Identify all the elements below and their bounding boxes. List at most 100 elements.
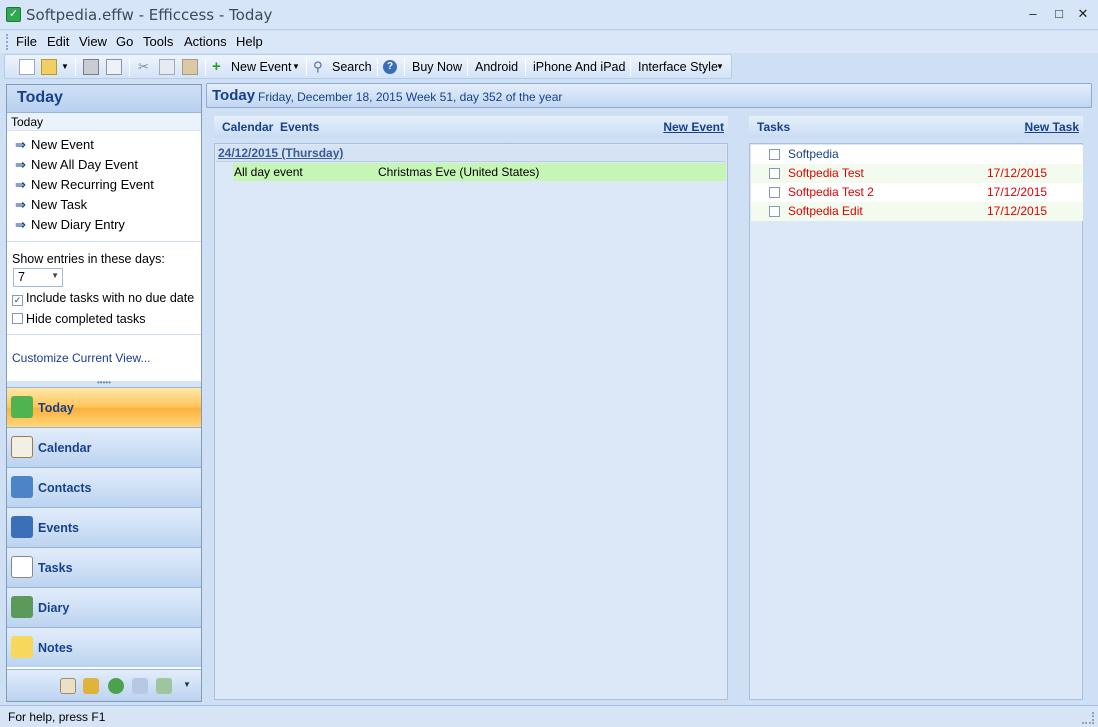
new-task-link[interactable]: New Task — [1025, 120, 1079, 134]
action-label: New Recurring Event — [31, 177, 154, 192]
search-button[interactable]: Search — [332, 57, 372, 77]
sync-icon[interactable] — [156, 678, 172, 694]
print-preview-icon[interactable] — [106, 59, 122, 75]
window-title: Softpedia.effw - Efficcess - Today — [26, 6, 273, 24]
new-document-icon[interactable] — [19, 59, 35, 75]
action-new-task[interactable]: ⇒ New Task — [7, 195, 201, 215]
chevron-down-icon[interactable]: ▼ — [183, 680, 191, 689]
nav-diary[interactable]: Diary — [7, 587, 201, 627]
action-label: New Event — [31, 137, 94, 152]
plus-icon[interactable]: + — [212, 57, 221, 77]
key-icon[interactable] — [83, 678, 99, 694]
open-dropdown-icon[interactable]: ▼ — [61, 57, 69, 77]
nav-events[interactable]: Events — [7, 507, 201, 547]
events-icon — [11, 516, 33, 538]
days-select[interactable]: 7 ▼ — [13, 268, 63, 287]
contacts-card-icon — [11, 476, 33, 498]
task-checkbox[interactable] — [769, 187, 780, 198]
magnifier-icon[interactable] — [132, 678, 148, 694]
divider — [7, 241, 201, 242]
left-panel: Today Today ⇒ New Event ⇒ New All Day Even… — [6, 84, 202, 702]
new-event-dropdown-icon[interactable]: ▼ — [292, 57, 300, 77]
today-header-bar: Today Friday, December 18, 2015 Week 51,… — [206, 83, 1092, 108]
menu-actions[interactable]: Actions — [184, 34, 227, 49]
nav-today[interactable]: Today — [7, 387, 201, 427]
arrow-right-icon: ⇒ — [15, 137, 26, 152]
menu-file[interactable]: File — [16, 34, 37, 49]
hide-completed-checkbox[interactable]: Hide completed tasks — [7, 308, 201, 328]
task-checkbox[interactable] — [769, 168, 780, 179]
calendar-icon — [11, 436, 33, 458]
globe-icon[interactable] — [108, 678, 124, 694]
iphone-ipad-button[interactable]: iPhone And iPad — [533, 57, 625, 77]
left-panel-title: Today — [7, 85, 201, 113]
paste-icon[interactable] — [182, 59, 198, 75]
menu-tools[interactable]: Tools — [143, 34, 173, 49]
nav-label: Diary — [38, 601, 70, 615]
maximize-button[interactable]: □ — [1046, 4, 1072, 24]
toolbar-separator — [129, 58, 130, 76]
new-event-button[interactable]: New Event — [231, 57, 291, 77]
nav-label: Notes — [38, 641, 73, 655]
action-label: New Diary Entry — [31, 217, 125, 232]
chevron-down-icon: ▼ — [51, 271, 59, 280]
magnifier-icon[interactable]: ⚲ — [313, 57, 323, 77]
calendar-event-row[interactable]: All day event Christmas Eve (United Stat… — [233, 163, 726, 181]
events-header-label: Events — [280, 120, 320, 134]
toolbar: ▼ ✂ + New Event ▼ ⚲ Search ? Buy Now And… — [4, 54, 732, 79]
nav-notes[interactable]: Notes — [7, 627, 201, 667]
calendar-date-group[interactable]: 24/12/2015 (Thursday) — [216, 145, 726, 162]
task-row[interactable]: Softpedia Test 17/12/2015 — [751, 164, 1083, 183]
task-date: 17/12/2015 — [987, 166, 1048, 180]
task-row[interactable]: Softpedia Edit 17/12/2015 — [751, 202, 1083, 221]
copy-icon[interactable] — [159, 59, 175, 75]
days-value: 7 — [18, 270, 25, 284]
menu-go[interactable]: Go — [116, 34, 133, 49]
menu-help[interactable]: Help — [236, 34, 263, 49]
new-event-link[interactable]: New Event — [663, 120, 724, 134]
checkbox-checked-icon[interactable]: ✓ — [12, 295, 23, 306]
title-bar: ✓ Softpedia.effw - Efficcess - Today – □… — [0, 0, 1098, 30]
task-name: Softpedia Test 2 — [788, 185, 874, 199]
open-folder-icon[interactable] — [41, 59, 57, 75]
calendar-panel-header: Calendar Events New Event — [214, 116, 728, 138]
nav-tasks[interactable]: Tasks — [7, 547, 201, 587]
nav-calendar[interactable]: Calendar — [7, 427, 201, 467]
action-new-all-day-event[interactable]: ⇒ New All Day Event — [7, 155, 201, 175]
interface-style-button[interactable]: Interface Style — [638, 57, 718, 77]
task-checkbox[interactable] — [769, 149, 780, 160]
divider — [7, 334, 201, 335]
action-new-event[interactable]: ⇒ New Event — [7, 135, 201, 155]
menu-edit[interactable]: Edit — [47, 34, 69, 49]
action-new-recurring-event[interactable]: ⇒ New Recurring Event — [7, 175, 201, 195]
action-new-diary-entry[interactable]: ⇒ New Diary Entry — [7, 215, 201, 235]
task-row[interactable]: Softpedia — [751, 145, 1083, 164]
buy-now-button[interactable]: Buy Now — [412, 57, 462, 77]
hide-completed-label: Hide completed tasks — [26, 312, 146, 326]
task-row[interactable]: Softpedia Test 2 17/12/2015 — [751, 183, 1083, 202]
minimize-button[interactable]: – — [1020, 4, 1046, 24]
action-label: New All Day Event — [31, 157, 138, 172]
interface-style-dropdown-icon[interactable]: ▼ — [716, 57, 724, 77]
task-name: Softpedia — [788, 147, 839, 161]
help-icon[interactable]: ? — [383, 60, 397, 74]
calendar-header-label: Calendar — [222, 120, 274, 134]
task-date: 17/12/2015 — [987, 204, 1048, 218]
tasks-header-label: Tasks — [757, 120, 791, 134]
cut-icon[interactable]: ✂ — [138, 57, 149, 77]
customize-view-link[interactable]: Customize Current View... — [7, 341, 201, 375]
resize-grip-icon[interactable] — [1082, 712, 1094, 724]
notes-icon — [11, 636, 33, 658]
print-icon[interactable] — [83, 59, 99, 75]
menu-grip — [6, 34, 9, 50]
task-checkbox[interactable] — [769, 206, 780, 217]
task-name: Softpedia Test — [788, 166, 864, 180]
menu-view[interactable]: View — [79, 34, 107, 49]
clipboard-icon[interactable] — [60, 678, 76, 694]
android-button[interactable]: Android — [475, 57, 518, 77]
include-tasks-checkbox[interactable]: ✓ Include tasks with no due date — [7, 287, 201, 308]
nav-contacts[interactable]: Contacts — [7, 467, 201, 507]
close-button[interactable]: ✕ — [1070, 4, 1096, 24]
nav-footer: ▼ — [7, 669, 201, 701]
checkbox-icon[interactable] — [12, 313, 23, 324]
